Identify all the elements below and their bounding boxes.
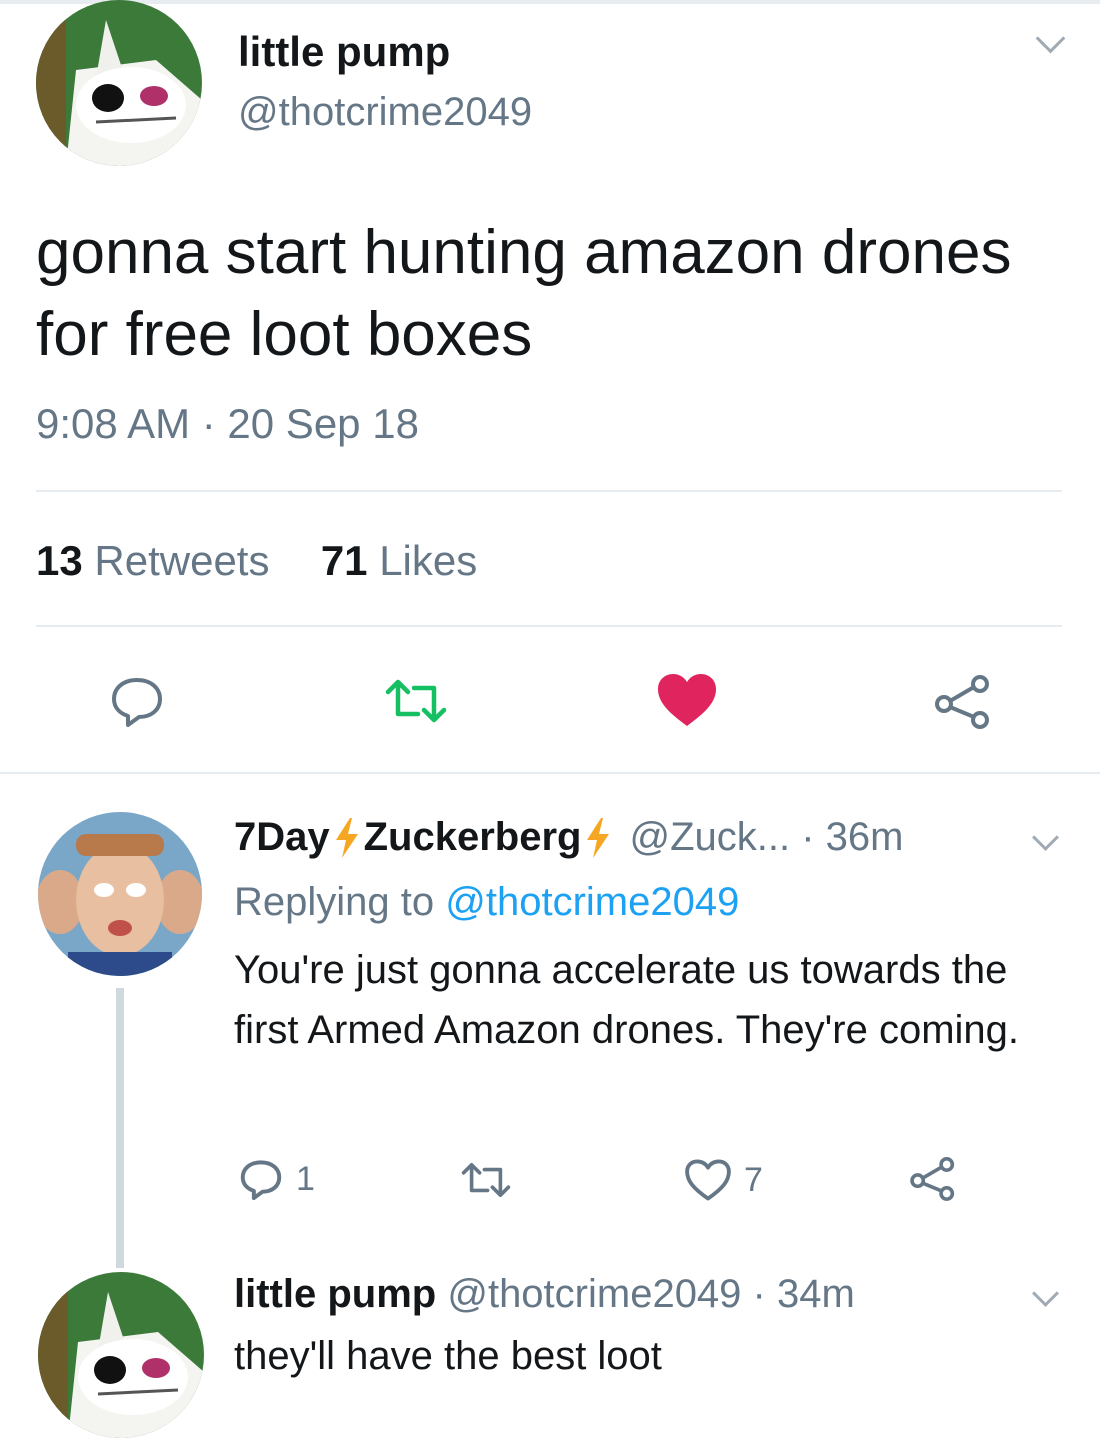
- display-name[interactable]: little pump: [238, 28, 450, 76]
- reply-button[interactable]: 1: [238, 1156, 315, 1202]
- chevron-down-icon[interactable]: [1032, 824, 1059, 851]
- reply-button[interactable]: [108, 672, 166, 730]
- reply-text: they'll have the best loot: [234, 1334, 662, 1378]
- handle-and-time[interactable]: @thotcrime2049 · 34m: [447, 1272, 854, 1316]
- avatar[interactable]: [38, 812, 202, 976]
- heart-icon: [658, 674, 716, 726]
- retweet-icon: [385, 679, 447, 723]
- tweet-stats: 13 Retweets 71 Likes: [36, 537, 477, 585]
- retweet-button[interactable]: [460, 1160, 512, 1200]
- heart-icon: [685, 1159, 731, 1201]
- tweet-timestamp[interactable]: 9:08 AM · 20 Sep 18: [36, 400, 419, 448]
- reply-count: 1: [296, 1159, 315, 1198]
- divider: [36, 490, 1062, 492]
- divider: [36, 625, 1062, 627]
- share-button[interactable]: [932, 674, 994, 730]
- chevron-down-icon[interactable]: [1035, 23, 1066, 54]
- display-name-part1[interactable]: 7Day: [234, 815, 330, 860]
- replying-handle-link[interactable]: @thotcrime2049: [445, 880, 739, 924]
- reply-text: You're just gonna accelerate us towards …: [234, 948, 1020, 1052]
- thread-line: [116, 988, 124, 1268]
- likes-label: Likes: [379, 537, 478, 584]
- divider: [0, 772, 1100, 774]
- retweet-icon: [461, 1163, 511, 1197]
- retweet-button[interactable]: [384, 676, 448, 726]
- like-button[interactable]: 7: [684, 1158, 763, 1202]
- lightning-bolt-icon: [587, 817, 610, 858]
- like-button[interactable]: [656, 672, 718, 728]
- tweet-text: gonna start hunting amazon drones for fr…: [36, 218, 1012, 369]
- reply-icon: [240, 1160, 282, 1201]
- retweets-label: Retweets: [94, 537, 270, 584]
- share-button[interactable]: [908, 1156, 958, 1202]
- avatar[interactable]: [38, 1272, 204, 1438]
- likes-count: 71: [320, 537, 368, 584]
- replying-to: Replying to @thotcrime2049: [234, 880, 739, 925]
- share-icon: [910, 1157, 955, 1201]
- share-icon: [935, 675, 989, 729]
- display-name[interactable]: little pump: [234, 1272, 436, 1316]
- reply-header: little pump @thotcrime2049 · 34m: [234, 1272, 855, 1317]
- reply-icon: [112, 678, 162, 727]
- lightning-bolt-icon: [335, 817, 358, 858]
- retweet-stat[interactable]: 13 Retweets: [36, 537, 269, 584]
- display-name-part2[interactable]: Zuckerberg: [364, 815, 582, 860]
- reply-header: 7Day Zuckerberg @Zuck... · 36m: [234, 815, 903, 860]
- chevron-down-icon[interactable]: [1032, 1280, 1059, 1307]
- top-border: [0, 0, 1100, 4]
- avatar[interactable]: [36, 0, 202, 166]
- user-handle[interactable]: @thotcrime2049: [238, 90, 532, 135]
- replying-prefix: Replying to: [234, 880, 435, 924]
- likes-stat[interactable]: 71 Likes: [321, 537, 477, 584]
- handle-and-time[interactable]: @Zuck... · 36m: [629, 815, 903, 860]
- retweets-count: 13: [36, 537, 83, 584]
- like-count: 7: [744, 1160, 763, 1199]
